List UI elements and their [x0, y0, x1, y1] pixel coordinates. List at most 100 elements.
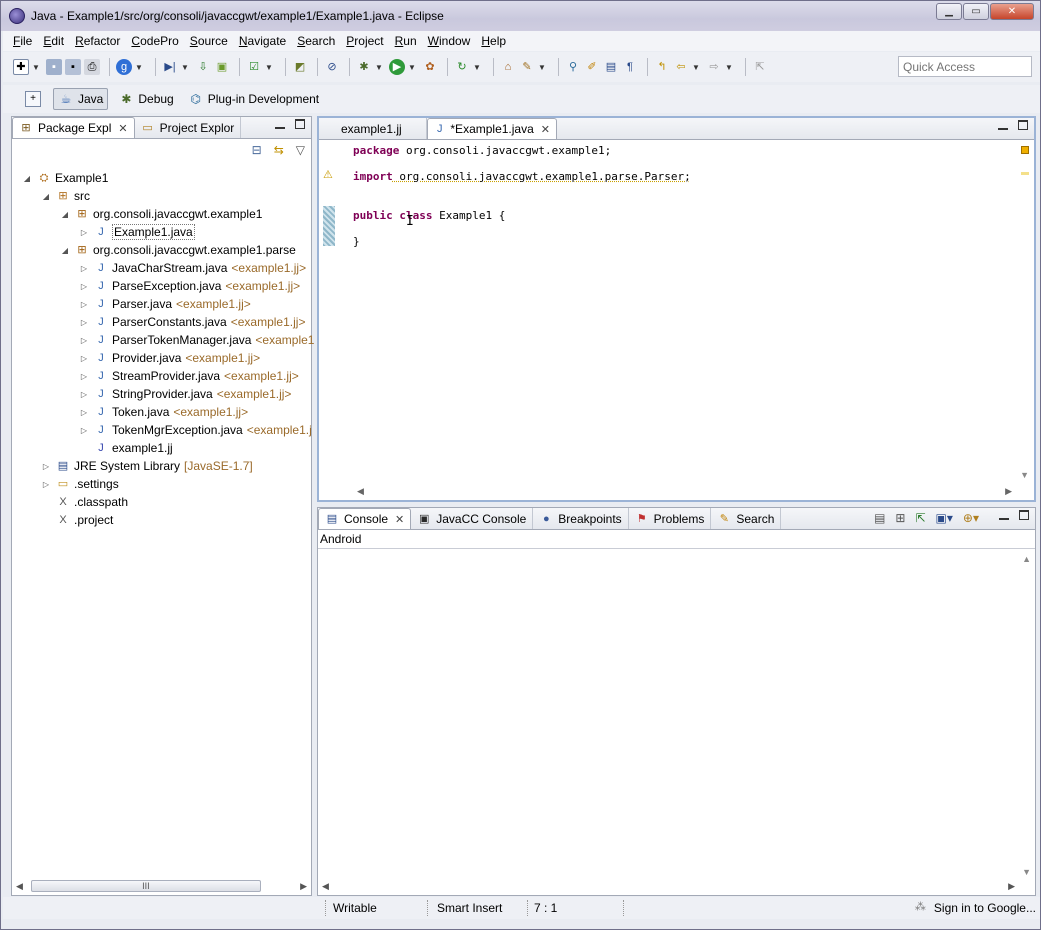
tab-search[interactable]: ✎ Search [711, 508, 782, 529]
editor-vscrollbar[interactable]: ▼ [1016, 142, 1032, 482]
android-icon[interactable]: ▣ [214, 59, 230, 75]
expand-arrow-icon[interactable]: ▷ [79, 264, 89, 273]
tree-item[interactable]: ▷ J Parser.java <example1.jj> [79, 295, 251, 313]
save-all-icon[interactable]: ▪ [65, 59, 81, 75]
new-java-project-icon[interactable]: ◩ [292, 59, 308, 75]
tree-item[interactable]: ▷ J Provider.java <example1.jj> [79, 349, 260, 367]
warning-marker-icon[interactable]: ⚠ [323, 168, 333, 181]
scroll-down-icon[interactable]: ▼ [1022, 867, 1031, 877]
tree-item[interactable]: ◢ ⛭ Example1 [22, 169, 108, 187]
tree-item[interactable]: ◢ ⊞ org.consoli.javaccgwt.example1 [60, 205, 263, 223]
tab-javacc-console[interactable]: ▣ JavaCC Console [411, 508, 534, 529]
collapse-arrow-icon[interactable]: ◢ [60, 246, 70, 255]
menu-search[interactable]: Search [297, 34, 335, 48]
expand-arrow-icon[interactable]: ▷ [79, 408, 89, 417]
scroll-left-icon[interactable]: ◀ [322, 881, 329, 892]
block-selection-icon[interactable]: ▤ [603, 59, 619, 75]
back-icon[interactable]: ⇦ [673, 59, 689, 75]
collapse-arrow-icon[interactable]: ◢ [60, 210, 70, 219]
next-annotation-icon[interactable]: ▶| [162, 59, 178, 75]
display-console-icon[interactable]: ▣▾ [936, 511, 953, 525]
menu-help[interactable]: Help [481, 34, 506, 48]
search-toolbar-icon[interactable]: ⚲ [565, 59, 581, 75]
editor-hscrollbar[interactable]: ◀ ▶ [353, 484, 1016, 498]
clear-console-icon[interactable]: ▤ [874, 511, 885, 525]
tree-hscrollbar[interactable]: ◀ III ▶ [16, 879, 307, 893]
scroll-lock-icon[interactable]: ⊞ [895, 511, 905, 525]
back-dropdown-icon[interactable]: ▼ [692, 63, 700, 72]
tree-item[interactable]: ▷ J JavaCharStream.java <example1.jj> [79, 259, 306, 277]
menu-window[interactable]: Window [428, 34, 471, 48]
minimize-editor-icon[interactable] [998, 120, 1008, 130]
show-whitespace-icon[interactable]: ¶ [622, 59, 638, 75]
google-signin[interactable]: ⁂ Sign in to Google... [915, 900, 1036, 916]
scroll-down-icon[interactable]: ▼ [1020, 470, 1029, 480]
debug-dropdown-icon[interactable]: ▼ [375, 63, 383, 72]
google-dropdown-icon[interactable]: ▼ [135, 63, 143, 72]
expand-arrow-icon[interactable]: ▷ [79, 300, 89, 309]
save-icon[interactable]: ▪ [46, 59, 62, 75]
scroll-thumb[interactable]: III [30, 880, 261, 892]
overview-warning-marker[interactable] [1021, 146, 1029, 154]
expand-arrow-icon[interactable]: ▷ [41, 462, 51, 471]
tab-problems[interactable]: ⚑ Problems [629, 508, 712, 529]
close-tab-icon[interactable]: ✕ [395, 513, 404, 526]
minimize-view-icon[interactable] [999, 510, 1009, 520]
collapse-all-icon[interactable]: ⊟ [252, 143, 262, 157]
tree-item[interactable]: ▷ J ParserTokenManager.java <example1 [79, 331, 315, 349]
coverage-dropdown-icon[interactable]: ▼ [473, 63, 481, 72]
tree-item[interactable]: ▷ J Token.java <example1.jj> [79, 403, 248, 421]
expand-arrow-icon[interactable]: ▷ [79, 372, 89, 381]
tab-breakpoints[interactable]: ● Breakpoints [533, 508, 629, 529]
run-dropdown-icon[interactable]: ▼ [408, 63, 416, 72]
expand-arrow-icon[interactable]: ▷ [79, 336, 89, 345]
expand-arrow-icon[interactable]: ▷ [79, 282, 89, 291]
run-icon[interactable]: ▶ [389, 59, 405, 75]
console-output[interactable]: Android ▲ ▼ ◀ ▶ [318, 532, 1035, 895]
expand-arrow-icon[interactable]: ▷ [41, 480, 51, 489]
debug-icon[interactable]: ✱ [356, 59, 372, 75]
expand-arrow-icon[interactable]: ▷ [79, 426, 89, 435]
menu-project[interactable]: Project [346, 34, 383, 48]
open-task-dropdown-icon[interactable]: ▼ [538, 63, 546, 72]
tree-item[interactable]: Jexample1.jj [79, 439, 172, 457]
skip-breakpoints-icon[interactable]: ⊘ [324, 59, 340, 75]
menu-codepro[interactable]: CodePro [131, 34, 178, 48]
last-edit-location-icon[interactable]: ↰ [654, 59, 670, 75]
collapse-arrow-icon[interactable]: ◢ [41, 192, 51, 201]
scroll-right-icon[interactable]: ▶ [300, 881, 307, 892]
close-tab-icon[interactable]: ✕ [541, 123, 550, 136]
perspective-debug[interactable]: ✱ Debug [114, 88, 177, 110]
view-menu-icon[interactable]: ▽ [296, 143, 305, 157]
open-type-icon[interactable]: ⌂ [500, 59, 516, 75]
print-icon[interactable]: ⎙ [84, 59, 100, 75]
google-icon[interactable]: g [116, 59, 132, 75]
tab-package-explorer[interactable]: ⊞ Package Expl ✕ [12, 117, 135, 138]
tree-item[interactable]: X .project [41, 511, 113, 529]
perspective-plugin-development[interactable]: ⌬ Plug-in Development [184, 88, 323, 110]
collapse-arrow-icon[interactable]: ◢ [22, 174, 32, 183]
expand-arrow-icon[interactable]: ▷ [79, 228, 89, 237]
annotation-dropdown-icon[interactable]: ▼ [181, 63, 189, 72]
open-console-icon[interactable]: ⊕▾ [963, 511, 979, 525]
menu-run[interactable]: Run [395, 34, 417, 48]
mark-occurrences-icon[interactable]: ✐ [584, 59, 600, 75]
tab-console[interactable]: ▤ Console ✕ [318, 508, 412, 529]
expand-arrow-icon[interactable]: ▷ [79, 390, 89, 399]
forward-icon[interactable]: ⇨ [706, 59, 722, 75]
minimize-view-icon[interactable] [275, 119, 285, 129]
close-button[interactable]: ✕ [990, 3, 1034, 20]
tree-item[interactable]: ▷ J ParseException.java <example1.jj> [79, 277, 300, 295]
tree-item[interactable]: ▷ ▤ JRE System Library [JavaSE-1.7] [41, 457, 253, 475]
pin-editor-icon[interactable]: ⇱ [752, 59, 768, 75]
close-tab-icon[interactable]: ✕ [118, 122, 127, 135]
menu-source[interactable]: Source [190, 34, 228, 48]
menu-edit[interactable]: Edit [43, 34, 64, 48]
new-dropdown-icon[interactable]: ▼ [32, 63, 40, 72]
tab-example1-jj[interactable]: example1.jj [319, 118, 427, 139]
pin-console-icon[interactable]: ⇱ [915, 511, 925, 525]
tree-item[interactable]: ▷ J ParserConstants.java <example1.jj> [79, 313, 306, 331]
forward-dropdown-icon[interactable]: ▼ [725, 63, 733, 72]
tree-item[interactable]: ◢ ⊞ src [41, 187, 90, 205]
open-perspective-icon[interactable]: + [25, 91, 41, 107]
